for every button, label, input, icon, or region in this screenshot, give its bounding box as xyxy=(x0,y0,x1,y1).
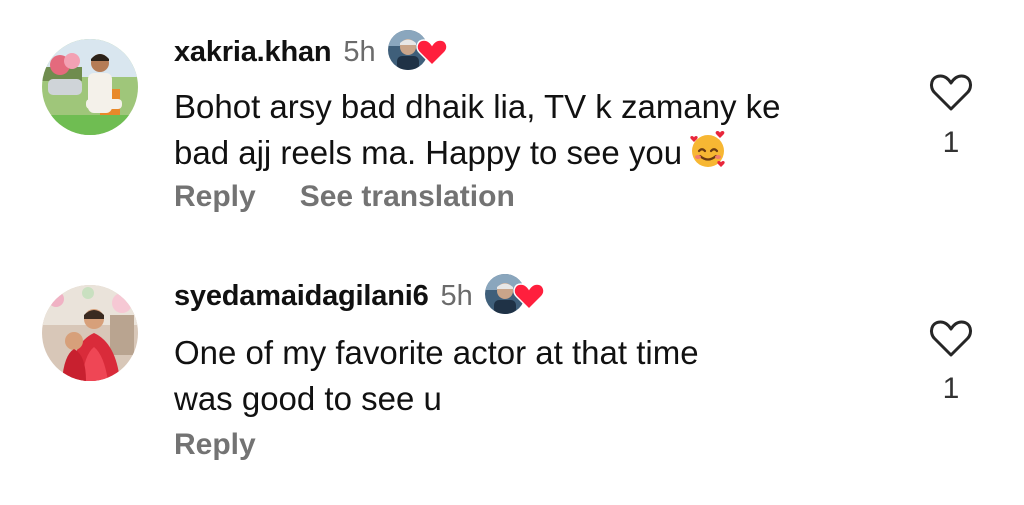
avatar[interactable] xyxy=(42,285,138,381)
timestamp: 5h xyxy=(440,279,473,312)
username[interactable]: xakria.khan xyxy=(174,36,332,69)
comment-text-line: One of my favorite actor at that time xyxy=(174,334,699,371)
creator-heart-icon xyxy=(513,283,545,310)
like-column: 1 xyxy=(926,72,976,160)
like-heart-icon[interactable] xyxy=(929,318,973,358)
timestamp: 5h xyxy=(343,35,376,68)
comment-text-span: bad ajj reels ma. Happy to see you xyxy=(174,134,683,171)
comment-actions: Reply See translation xyxy=(174,180,515,214)
comment-text: Bohot arsy bad dhaik lia, TV k zamany ke… xyxy=(174,84,894,176)
comment-item: xakria.khan 5h Bohot arsy bad dhaik lia,… xyxy=(0,0,1024,250)
creator-liked-badge xyxy=(387,28,454,76)
username[interactable]: syedamaidagilani6 xyxy=(174,280,429,313)
comment-text: One of my favorite actor at that time wa… xyxy=(174,330,894,422)
avatar[interactable] xyxy=(42,39,138,135)
like-count: 1 xyxy=(942,126,960,159)
reply-button[interactable]: Reply xyxy=(174,428,256,462)
comment-text-line: bad ajj reels ma. Happy to see you xyxy=(174,130,894,176)
like-column: 1 xyxy=(926,318,976,406)
like-count: 1 xyxy=(942,372,960,405)
comment-header: xakria.khan 5h xyxy=(174,28,454,76)
comment-actions: Reply xyxy=(174,428,256,462)
comment-item: syedamaidagilani6 5h One of my favorite … xyxy=(0,250,1024,505)
comment-header: syedamaidagilani6 5h xyxy=(174,272,551,320)
smiling-face-with-hearts-icon xyxy=(690,131,725,167)
comment-text-line: Bohot arsy bad dhaik lia, TV k zamany ke xyxy=(174,88,781,125)
creator-liked-badge xyxy=(484,272,551,320)
like-heart-icon[interactable] xyxy=(929,72,973,112)
see-translation-button[interactable]: See translation xyxy=(300,180,515,214)
creator-heart-icon xyxy=(416,39,448,66)
comment-text-line: was good to see u xyxy=(174,380,442,417)
reply-button[interactable]: Reply xyxy=(174,180,256,214)
